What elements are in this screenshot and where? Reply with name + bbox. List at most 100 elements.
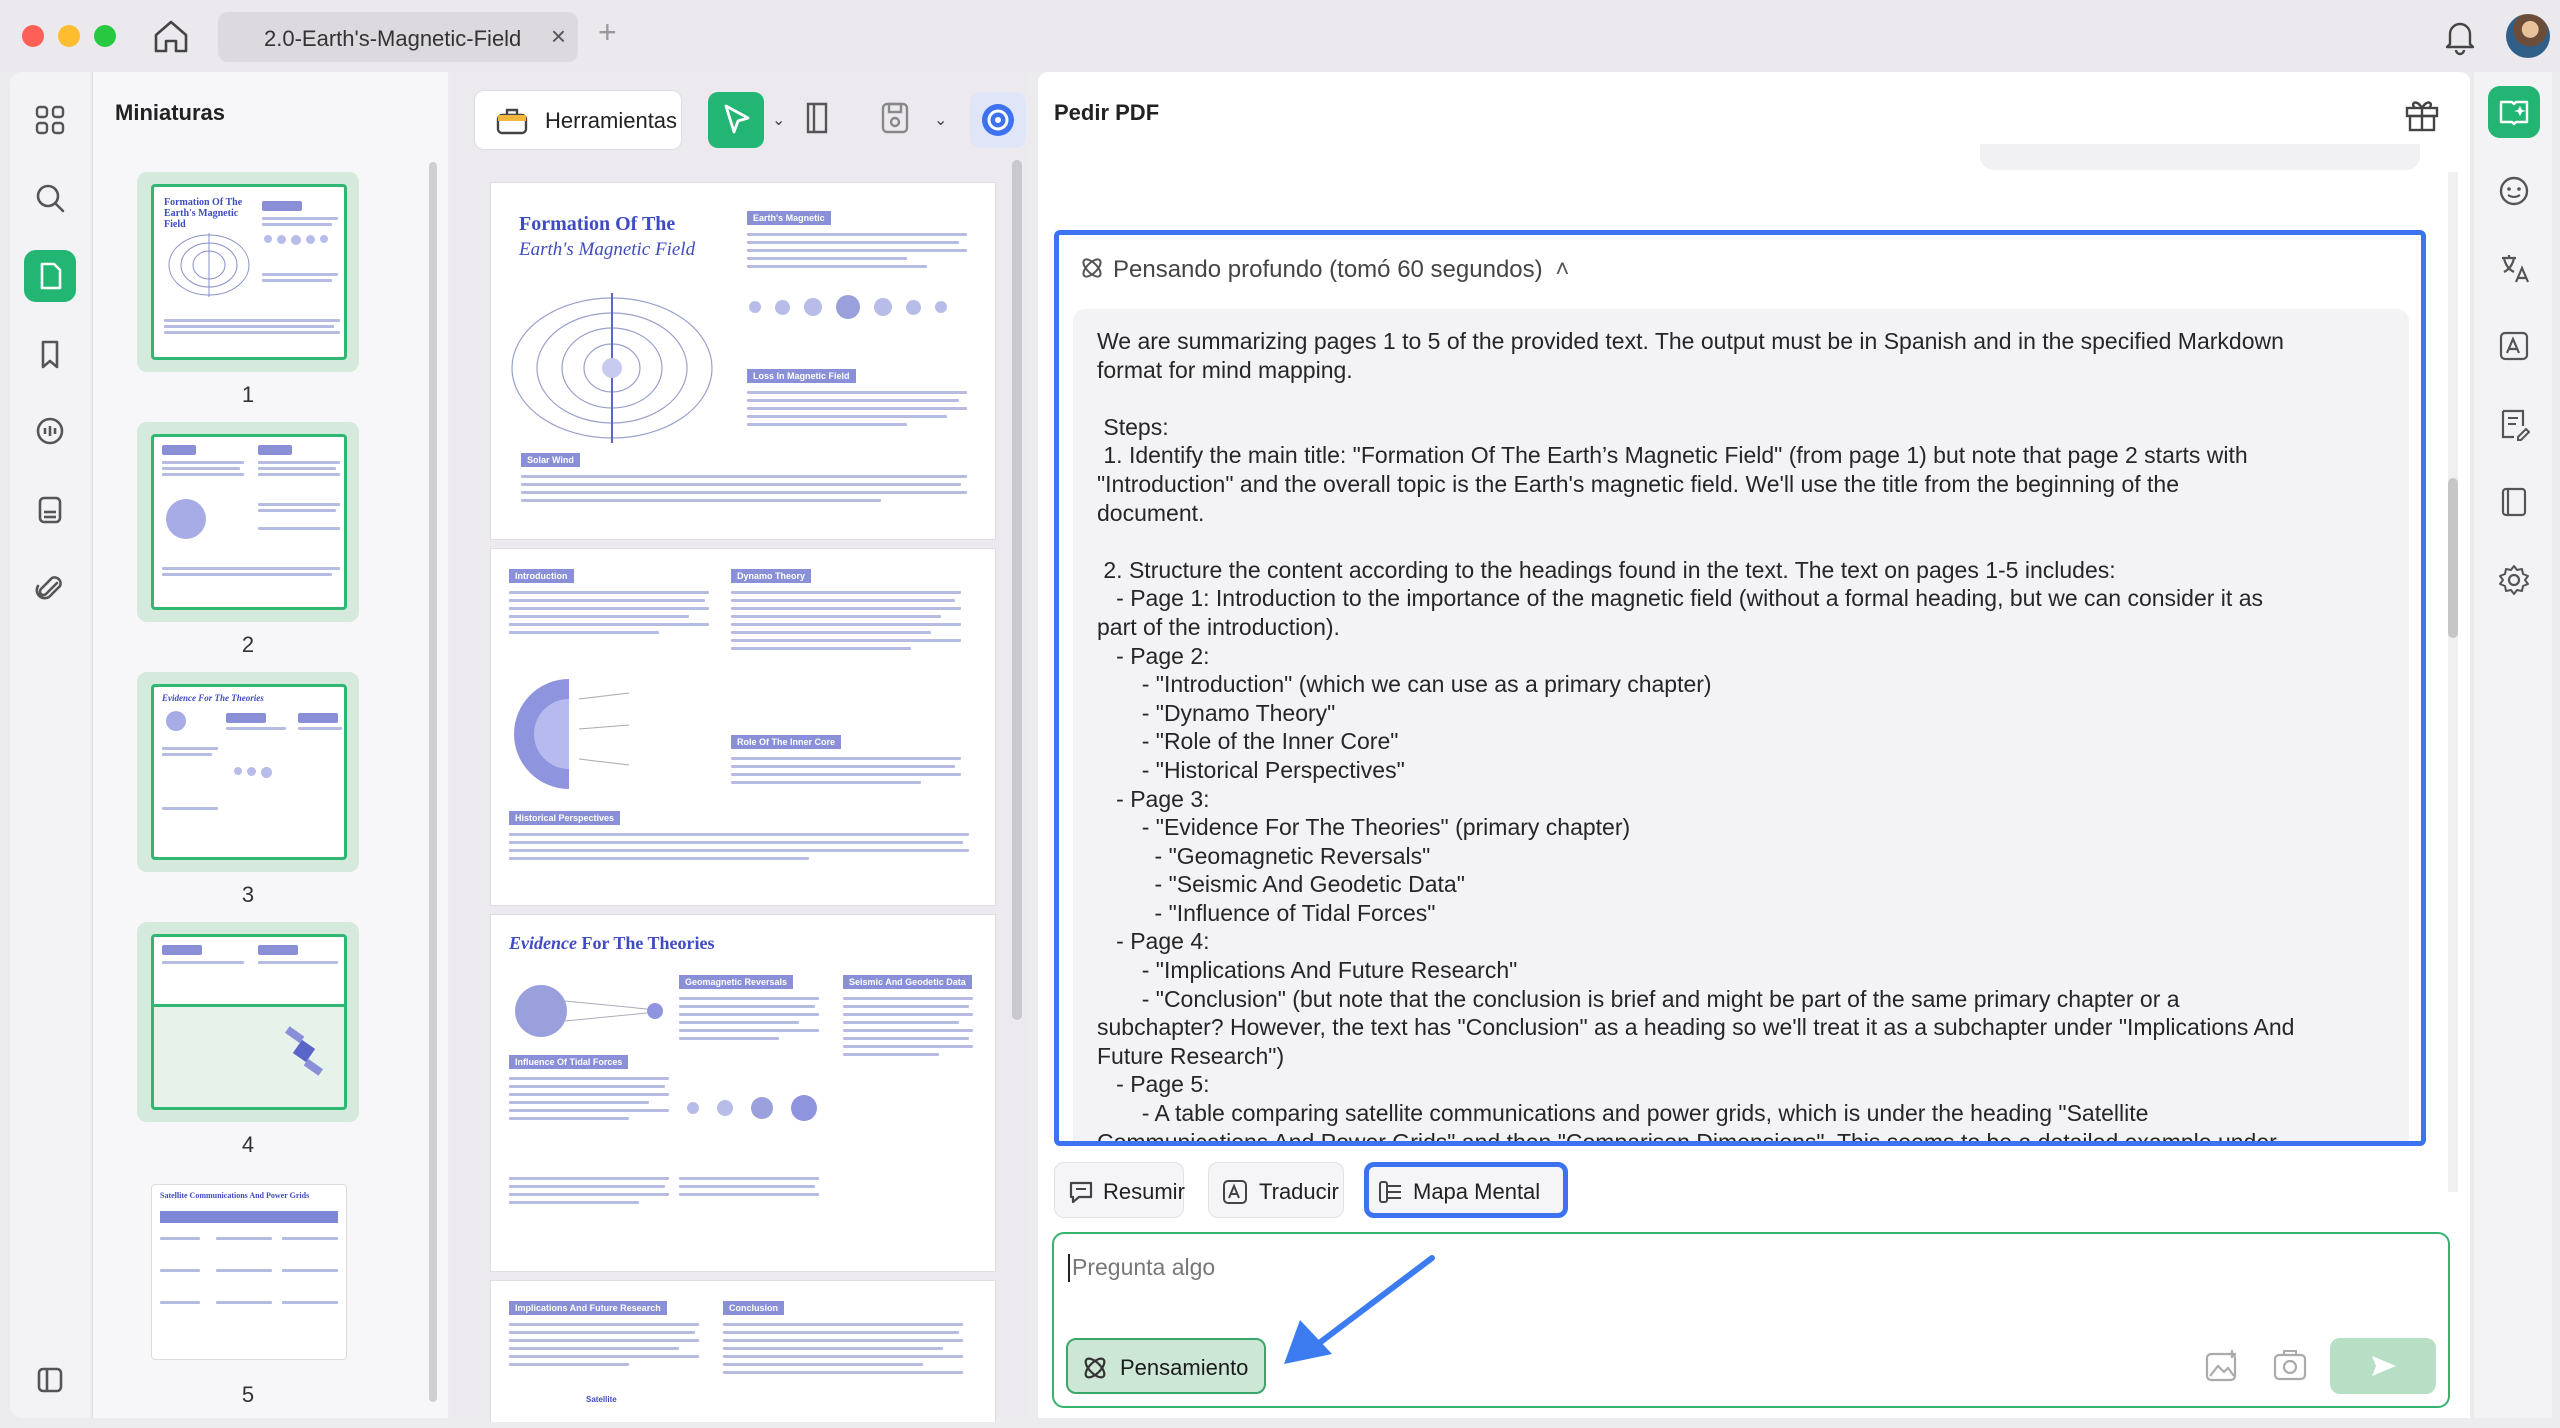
maximize-window-button[interactable] [94, 25, 116, 47]
toolbox-icon [496, 108, 528, 135]
send-button[interactable] [2330, 1338, 2436, 1394]
thumbnail-image [151, 934, 347, 1110]
question-input[interactable]: Pregunta algo Pensamiento [1052, 1232, 2450, 1408]
document-panel: Herramientas ⌄ ⌄ Formation Of The Earth'… [452, 72, 1030, 1422]
home-icon[interactable] [150, 16, 192, 56]
thinking-header[interactable]: Pensando profundo (tomó 60 segundos) ˄ [1079, 255, 1569, 284]
new-tab-button[interactable]: + [598, 15, 617, 49]
thumbnail-title: Evidence For The Theories [162, 693, 264, 703]
thumbnail-number: 4 [241, 1132, 255, 1157]
sidebar-toggle-icon[interactable] [24, 1354, 76, 1406]
image-upload-icon[interactable] [2202, 1346, 2242, 1386]
thumbnail-page-4[interactable]: 4 [137, 922, 359, 1157]
previous-message [1980, 144, 2420, 170]
bell-icon[interactable] [2440, 16, 2480, 56]
save-icon[interactable] [878, 98, 912, 138]
summarize-button[interactable]: Resumir [1054, 1162, 1185, 1218]
tidal-forces-diagram [515, 985, 663, 1037]
page-footer-label: Satellite [586, 1395, 617, 1404]
text-caret [1068, 1254, 1070, 1282]
thumbnail-image: Formation Of The Earth's Magnetic Field [151, 184, 347, 360]
thumbnail-page-5[interactable]: Satellite Communications And Power Grids… [137, 1172, 359, 1407]
chat-bot-icon[interactable] [2488, 164, 2540, 216]
document-tab[interactable]: 2.0-Earth's-Magnetic-Field × [218, 12, 578, 62]
thumbnails-title: Miniaturas [115, 100, 226, 125]
page-title-line2: Earth's Magnetic Field [519, 239, 696, 260]
pdf-page-2: Introduction Dynamo Theory Role Of The I… [490, 548, 996, 906]
magnetic-field-diagram [511, 293, 713, 443]
summarize-icon [1069, 1181, 1093, 1204]
earth-layers-diagram [514, 679, 630, 789]
rewrite-icon[interactable] [2488, 398, 2540, 450]
section-tag: Solar Wind [521, 453, 580, 467]
cursor-icon [724, 104, 750, 134]
tab-close-icon[interactable]: × [551, 23, 566, 49]
pdf-page-1: Formation Of The Earth's Magnetic Field … [490, 182, 996, 540]
input-placeholder: Pregunta algo [1072, 1254, 1216, 1280]
save-caret[interactable]: ⌄ [934, 110, 947, 130]
pdf-page-3: Evidence For The Theories Influence Of T… [490, 914, 996, 1272]
comments-icon[interactable] [24, 406, 76, 458]
thinking-content: We are summarizing pages 1 to 5 of the p… [1073, 309, 2409, 1141]
thumbnail-number: 3 [241, 882, 255, 907]
section-tag: Historical Perspectives [509, 811, 621, 825]
deep-thinking-block: Pensando profundo (tomó 60 segundos) ˄ W… [1054, 230, 2426, 1146]
collapse-thinking-icon[interactable]: ˄ [1555, 256, 1569, 283]
grid-icon[interactable] [24, 94, 76, 146]
thumbnails-panel: Miniaturas Formation Of The Earth's Magn… [92, 72, 448, 1418]
section-tag: Conclusion [723, 1301, 784, 1315]
thumbnails-scrollbar[interactable] [429, 162, 437, 1402]
thumbnail-page-2[interactable]: 2 [137, 422, 359, 657]
ai-assistant-toolbar-button[interactable] [970, 92, 1026, 148]
send-icon [2372, 1356, 2396, 1376]
section-tag: Influence Of Tidal Forces [509, 1055, 629, 1069]
grammar-icon[interactable] [2488, 320, 2540, 372]
section-tag: Seismic And Geodetic Data [843, 975, 972, 989]
mind-map-icon [1379, 1181, 1401, 1203]
page-title: Evidence For The Theories [509, 933, 715, 954]
close-window-button[interactable] [22, 25, 44, 47]
screenshot-icon[interactable] [2270, 1346, 2310, 1386]
annotation-arrow-icon [1284, 1255, 1435, 1364]
chat-title: Pedir PDF [1054, 100, 1160, 125]
translate-icon[interactable] [2488, 242, 2540, 294]
thumbnail-page-3[interactable]: Evidence For The Theories 3 [137, 672, 359, 907]
section-tag: Geomagnetic Reversals [679, 975, 794, 989]
avatar[interactable] [2506, 14, 2550, 58]
translate-button[interactable]: Traducir [1208, 1162, 1344, 1218]
pages-icon[interactable] [24, 250, 76, 302]
page-title-rest: For The Theories [576, 933, 715, 953]
attachment-icon[interactable] [24, 562, 76, 614]
page-view-icon[interactable] [800, 98, 834, 138]
select-tool-button[interactable] [708, 92, 764, 148]
select-tool-caret[interactable]: ⌄ [772, 110, 785, 130]
thumbnail-number: 2 [241, 632, 255, 657]
reader-icon[interactable] [2488, 476, 2540, 528]
thinking-toggle-label: Pensamiento [1120, 1355, 1249, 1380]
minimize-window-button[interactable] [58, 25, 80, 47]
gift-icon[interactable] [2402, 94, 2442, 134]
chat-scrollbar[interactable] [2448, 478, 2458, 638]
thumbnail-image: Satellite Communications And Power Grids [151, 1184, 347, 1360]
tools-label: Herramientas [545, 108, 678, 133]
title-bar: 2.0-Earth's-Magnetic-Field × + [0, 0, 2560, 72]
thumbnail-number: 1 [241, 382, 255, 407]
thinking-icon [1082, 258, 1102, 278]
bookmark-icon[interactable] [24, 328, 76, 380]
document-scrollbar[interactable] [1012, 160, 1022, 1020]
thumbnail-page-1[interactable]: Formation Of The Earth's Magnetic Field … [137, 172, 359, 407]
thinking-toggle-button[interactable]: Pensamiento [1066, 1338, 1266, 1394]
section-tag: Implications And Future Research [509, 1301, 667, 1315]
search-icon[interactable] [24, 172, 76, 224]
thumbnail-number: 5 [241, 1382, 255, 1407]
section-tag: Loss In Magnetic Field [747, 369, 856, 383]
pdf-pages[interactable]: Formation Of The Earth's Magnetic Field … [490, 182, 996, 1422]
mind-map-button[interactable]: Mapa Mental [1364, 1162, 1568, 1218]
page-title-emphasis: Evidence [509, 933, 577, 953]
ai-assistant-icon[interactable] [2488, 86, 2540, 138]
chat-scroll-track [2448, 172, 2458, 1192]
translate-label: Traducir [1259, 1179, 1339, 1204]
settings-icon[interactable] [2488, 554, 2540, 606]
organize-icon[interactable] [24, 484, 76, 536]
tools-button[interactable]: Herramientas [474, 90, 682, 150]
